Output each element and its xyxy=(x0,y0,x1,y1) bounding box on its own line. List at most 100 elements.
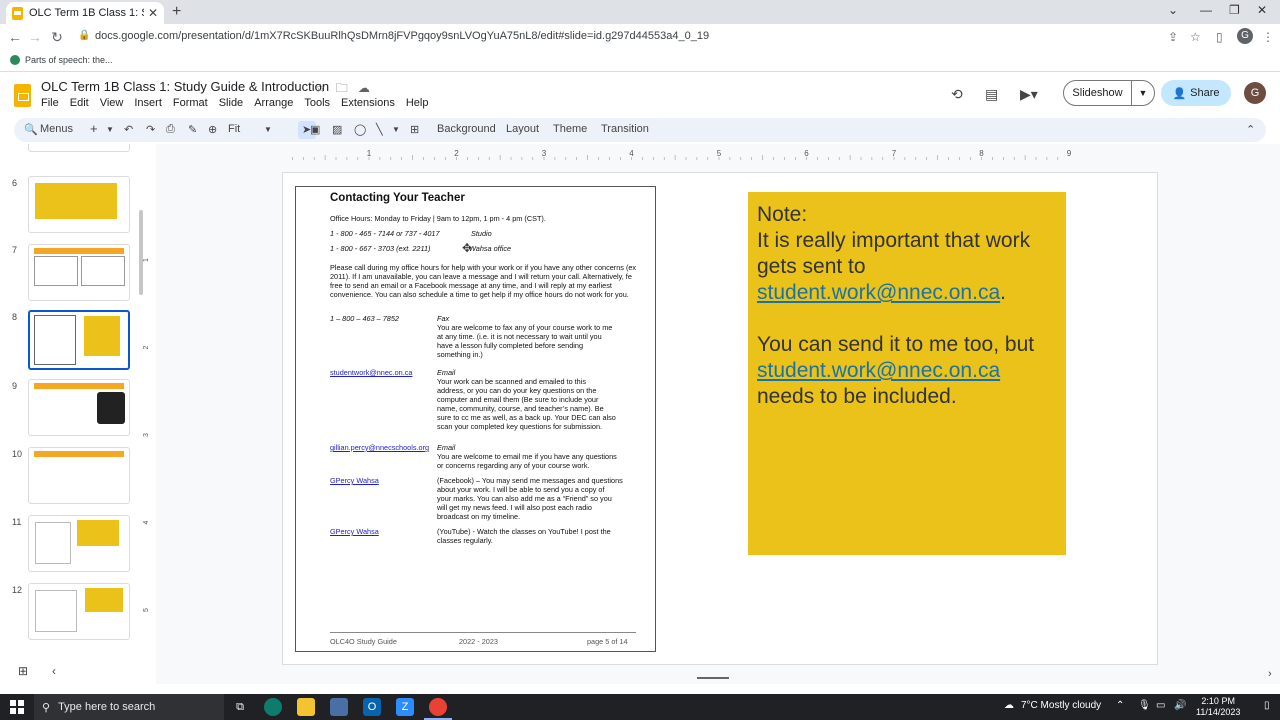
network-icon[interactable]: ▭ xyxy=(1156,700,1165,711)
slides-logo-icon[interactable] xyxy=(14,84,31,107)
print-icon[interactable]: ⎙ xyxy=(166,123,175,136)
layout-button[interactable]: Layout xyxy=(506,123,539,135)
volume-icon[interactable]: 🔊 xyxy=(1174,700,1186,711)
file-explorer-icon[interactable] xyxy=(297,698,315,716)
lock-icon[interactable]: 🔒 xyxy=(78,30,90,41)
profile-avatar[interactable]: G xyxy=(1237,28,1253,44)
slide-number: 9 xyxy=(12,381,18,391)
document-image[interactable]: Contacting Your Teacher Office Hours: Mo… xyxy=(295,186,656,652)
slide-thumbnail-partial[interactable] xyxy=(28,144,130,152)
insert-comment-icon[interactable]: ⊞ xyxy=(410,123,419,136)
grid-view-icon[interactable]: ⊞ xyxy=(18,664,28,678)
menu-file[interactable]: File xyxy=(41,97,59,109)
side-panel-toggle-icon[interactable]: › xyxy=(1268,668,1272,680)
microphone-icon[interactable]: 🎙 xyxy=(1138,700,1151,711)
star-icon[interactable]: ☆ xyxy=(315,81,326,95)
undo-icon[interactable]: ↶ xyxy=(124,123,133,136)
tray-overflow-icon[interactable]: ⌃ xyxy=(1116,700,1124,711)
new-slide-icon[interactable]: + xyxy=(90,121,98,136)
menu-extensions[interactable]: Extensions xyxy=(341,97,395,109)
move-folder-icon[interactable]: 🗀 xyxy=(336,81,348,95)
system-clock[interactable]: 2:10 PM 11/14/2023 xyxy=(1196,696,1240,718)
note-text-box[interactable]: Note: It is really important that work g… xyxy=(748,192,1066,555)
image-icon[interactable]: ▨ xyxy=(332,123,342,136)
background-button[interactable]: Background xyxy=(437,123,496,135)
menu-view[interactable]: View xyxy=(100,97,124,109)
slide-thumbnail-6[interactable] xyxy=(28,176,130,233)
menu-arrange[interactable]: Arrange xyxy=(254,97,293,109)
text-box-icon[interactable]: ▣ xyxy=(310,123,320,136)
notifications-icon[interactable]: ▯ xyxy=(1264,700,1270,711)
ruler-label: 3 xyxy=(542,149,547,158)
slide-thumbnail-8[interactable] xyxy=(28,310,130,370)
weather-icon[interactable]: ☁ xyxy=(1004,700,1014,711)
bookmark-item[interactable]: Parts of speech: the... xyxy=(10,55,113,65)
new-slide-dropdown-icon[interactable]: ▼ xyxy=(106,125,114,134)
search-menus-icon[interactable]: 🔍 xyxy=(24,123,38,136)
menu-format[interactable]: Format xyxy=(173,97,208,109)
paint-format-icon[interactable]: ✎ xyxy=(188,123,197,136)
close-tab-icon[interactable]: ✕ xyxy=(148,6,158,20)
weather-text[interactable]: 7°C Mostly cloudy xyxy=(1021,700,1101,711)
menu-edit[interactable]: Edit xyxy=(70,97,89,109)
windows-start-icon[interactable] xyxy=(10,700,24,714)
version-history-icon[interactable]: ⟲ xyxy=(951,86,963,103)
new-tab-icon[interactable]: + xyxy=(172,3,181,21)
speaker-notes-handle[interactable] xyxy=(697,677,729,679)
account-avatar[interactable]: G xyxy=(1244,82,1266,104)
slide-thumbnail-12[interactable] xyxy=(28,583,130,640)
redo-icon[interactable]: ↷ xyxy=(146,123,155,136)
cloud-status-icon[interactable]: ☁ xyxy=(358,81,370,95)
note-email-link[interactable]: student.work@nnec.on.ca xyxy=(757,359,1000,382)
slideshow-dropdown-icon[interactable]: ▼ xyxy=(1132,88,1154,98)
side-panel-icon[interactable]: ▯ xyxy=(1216,30,1223,44)
browser-tab[interactable]: OLC Term 1B Class 1: Study Guid ✕ xyxy=(6,2,164,24)
share-button[interactable]: 👤 Share xyxy=(1161,80,1231,106)
edge-icon[interactable] xyxy=(264,698,282,716)
menu-slide[interactable]: Slide xyxy=(219,97,243,109)
document-title[interactable]: OLC Term 1B Class 1: Study Guide & Intro… xyxy=(41,79,329,94)
theme-button[interactable]: Theme xyxy=(553,123,587,135)
shape-icon[interactable]: ◯ xyxy=(354,123,366,136)
minimize-icon[interactable]: — xyxy=(1200,3,1212,17)
zoom-dropdown-icon[interactable]: ▼ xyxy=(264,125,272,134)
menu-tools[interactable]: Tools xyxy=(304,97,330,109)
ruler-label: 2 xyxy=(454,149,459,158)
search-menus-label[interactable]: Menus xyxy=(40,123,73,135)
browser-menu-icon[interactable]: ⋮ xyxy=(1262,30,1274,44)
zoom-app-icon[interactable]: Z xyxy=(396,698,414,716)
comments-icon[interactable]: ▤ xyxy=(985,86,998,103)
forward-icon[interactable]: → xyxy=(24,29,46,45)
zoom-icon[interactable]: ⊕ xyxy=(208,123,217,136)
note-email-link[interactable]: student.work@nnec.on.ca xyxy=(757,281,1000,304)
menu-help[interactable]: Help xyxy=(406,97,429,109)
collapse-toolbar-icon[interactable]: ⌃ xyxy=(1246,123,1255,136)
slide-thumbnail-11[interactable] xyxy=(28,515,130,572)
taskbar-search[interactable]: ⚲ Type here to search xyxy=(34,694,224,720)
slide-thumbnail-10[interactable] xyxy=(28,447,130,504)
bookmark-star-icon[interactable]: ☆ xyxy=(1190,30,1201,44)
menu-insert[interactable]: Insert xyxy=(134,97,162,109)
outlook-icon[interactable]: O xyxy=(363,698,381,716)
chrome-icon[interactable] xyxy=(429,698,447,716)
line-dropdown-icon[interactable]: ▼ xyxy=(392,125,400,134)
share-page-icon[interactable]: ⇪ xyxy=(1168,30,1178,44)
transition-button[interactable]: Transition xyxy=(601,123,649,135)
zoom-select[interactable]: Fit xyxy=(228,123,240,135)
tab-search-icon[interactable]: ⌄ xyxy=(1168,3,1178,17)
url-input[interactable]: docs.google.com/presentation/d/1mX7RcSKB… xyxy=(95,30,709,42)
slideshow-label[interactable]: Slideshow xyxy=(1064,81,1132,105)
slide-thumbnail-7[interactable] xyxy=(28,244,130,301)
reload-icon[interactable]: ↻ xyxy=(46,29,68,46)
back-icon[interactable]: ← xyxy=(4,29,26,45)
task-view-icon[interactable]: ⧉ xyxy=(231,698,249,716)
line-icon[interactable]: ╲ xyxy=(376,123,383,136)
thumb-note-box xyxy=(35,183,117,219)
close-window-icon[interactable]: ✕ xyxy=(1257,3,1267,17)
slideshow-button[interactable]: Slideshow ▼ xyxy=(1063,80,1155,106)
slide-thumbnail-9[interactable] xyxy=(28,379,130,436)
collapse-filmstrip-icon[interactable]: ‹ xyxy=(52,664,56,678)
mail-icon[interactable] xyxy=(330,698,348,716)
restore-icon[interactable]: ❐ xyxy=(1229,3,1240,17)
meet-video-icon[interactable]: ▶▾ xyxy=(1020,86,1038,103)
